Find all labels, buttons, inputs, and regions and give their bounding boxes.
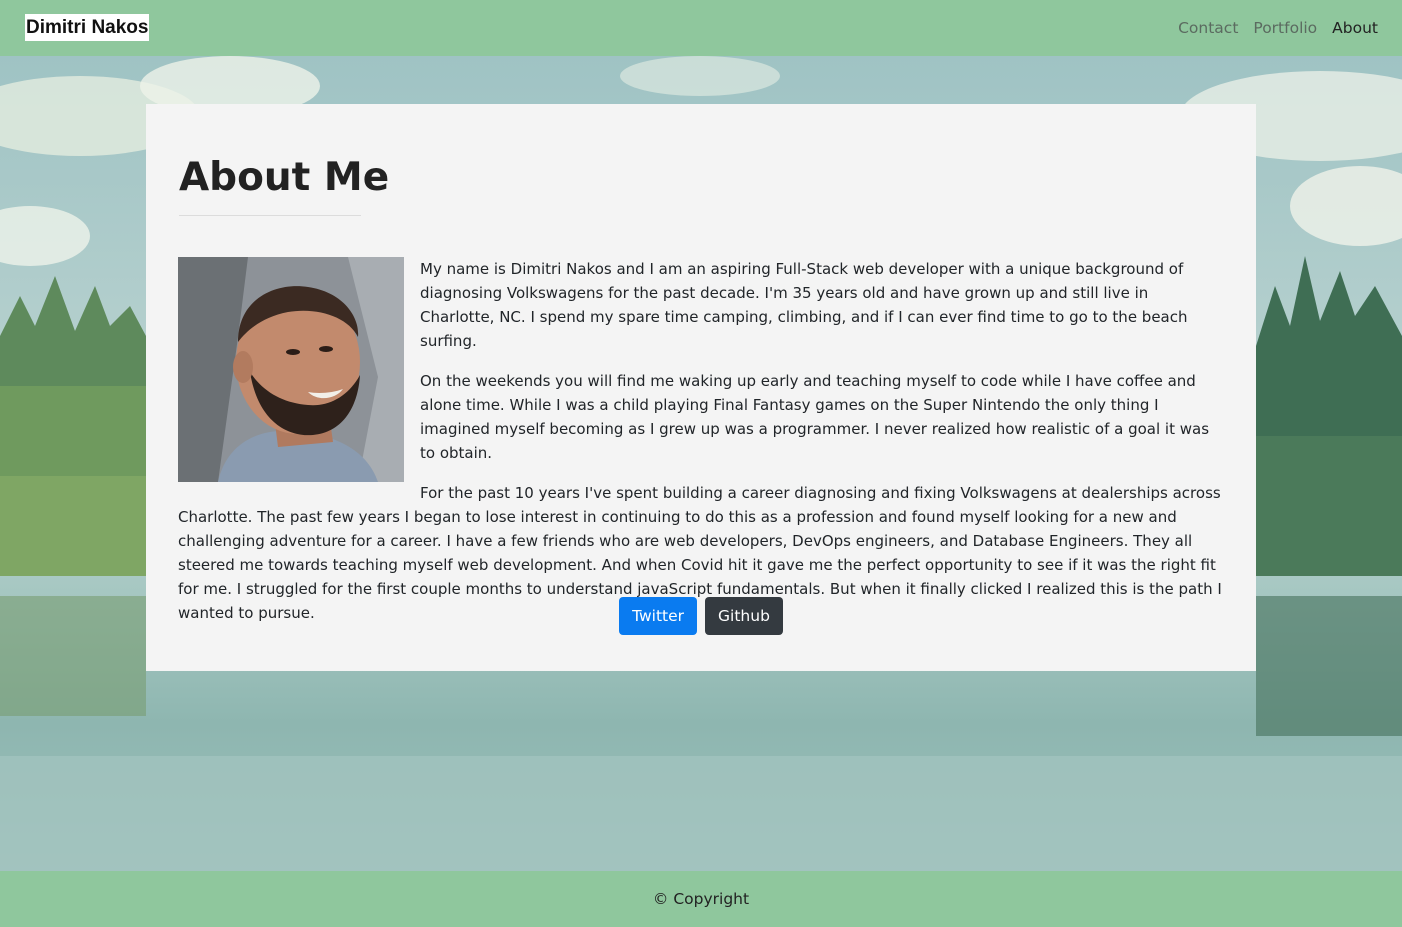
social-buttons: Twitter Github — [146, 597, 1256, 635]
about-content: My name is Dimitri Nakos and I am an asp… — [178, 257, 1224, 641]
nav-link-about[interactable]: About — [1332, 17, 1378, 39]
about-card: About Me My name is Dimitri Nakos and I … — [146, 104, 1256, 671]
nav-link-portfolio[interactable]: Portfolio — [1253, 17, 1317, 39]
title-divider — [179, 215, 361, 216]
brand-logo-link[interactable]: Dimitri Nakos — [25, 14, 150, 41]
nav-links: Contact Portfolio About — [1163, 17, 1378, 39]
page-title: About Me — [179, 155, 390, 200]
nav-link-contact[interactable]: Contact — [1178, 17, 1238, 39]
copyright-text: © Copyright — [652, 890, 750, 908]
page: Dimitri Nakos Contact Portfolio About Ab… — [0, 0, 1402, 927]
footer: © Copyright — [0, 871, 1402, 927]
github-button[interactable]: Github — [705, 597, 783, 635]
navbar: Dimitri Nakos Contact Portfolio About — [0, 0, 1402, 56]
twitter-button[interactable]: Twitter — [619, 597, 698, 635]
profile-photo — [178, 257, 404, 482]
